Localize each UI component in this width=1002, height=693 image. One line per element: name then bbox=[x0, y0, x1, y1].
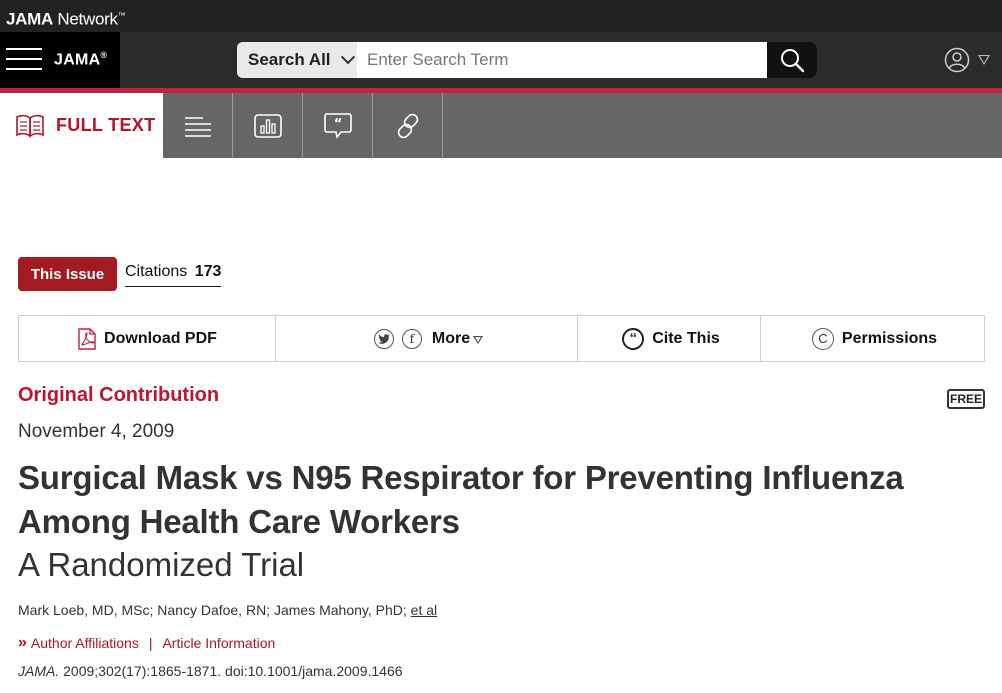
network-bar: JAMA Network™ bbox=[0, 0, 1002, 32]
search-bar: Search All bbox=[237, 42, 817, 78]
comments-quote-icon: “ bbox=[323, 112, 352, 139]
permissions-label: Permissions bbox=[841, 329, 938, 347]
article-title: Surgical Mask vs N95 Respirator for Prev… bbox=[18, 459, 904, 540]
search-scope-dropdown[interactable]: Search All bbox=[237, 42, 357, 78]
journal-brand-mark: ® bbox=[100, 50, 108, 60]
citations-link[interactable]: Citations 173 bbox=[125, 263, 222, 287]
twitter-icon[interactable] bbox=[373, 328, 394, 349]
svg-text:“: “ bbox=[333, 117, 342, 132]
share-more-group: f More bbox=[276, 316, 578, 361]
this-issue-label: This Issue bbox=[30, 265, 105, 283]
download-pdf-button[interactable]: Download PDF bbox=[19, 316, 276, 361]
search-scope-label: Search All bbox=[248, 50, 331, 69]
search-input[interactable] bbox=[357, 42, 767, 78]
citation-line: JAMA. 2009;302(17):1865-1871. doi:10.100… bbox=[18, 663, 403, 679]
jama-network-logo[interactable]: JAMA Network™ bbox=[6, 6, 126, 30]
chevron-down-icon bbox=[340, 50, 355, 65]
citations-count: 173 bbox=[194, 263, 222, 280]
quote-icon: “ bbox=[622, 327, 645, 350]
double-chevron-right-icon: » bbox=[18, 634, 27, 651]
search-icon bbox=[781, 49, 805, 73]
link-chain-icon bbox=[397, 113, 418, 138]
free-badge: FREE bbox=[947, 389, 985, 409]
article-tab-bar: FULL TEXT “ bbox=[0, 93, 1002, 158]
article-information-link[interactable]: Article Information bbox=[162, 635, 275, 651]
article-type[interactable]: Original Contribution bbox=[18, 384, 219, 407]
open-book-icon bbox=[16, 114, 44, 138]
network-logo-mark: ™ bbox=[117, 11, 126, 20]
caret-down-icon[interactable] bbox=[473, 335, 484, 344]
tab-related-links[interactable] bbox=[373, 93, 443, 158]
author-list: Mark Loeb, MD, MSc; Nancy Dafoe, RN; Jam… bbox=[18, 602, 437, 618]
search-button[interactable] bbox=[767, 42, 817, 78]
link-separator: | bbox=[148, 635, 153, 651]
caret-down-icon bbox=[978, 55, 990, 65]
journal-abbrev: JAMA. bbox=[18, 663, 60, 679]
et-al-link[interactable]: et al bbox=[411, 602, 437, 618]
download-pdf-label: Download PDF bbox=[104, 329, 217, 347]
copyright-icon: C bbox=[811, 327, 834, 350]
user-account-icon bbox=[944, 47, 970, 73]
author-affiliations-link[interactable]: Author Affiliations bbox=[31, 635, 139, 651]
brand-block: JAMA® bbox=[0, 32, 120, 88]
main-header: JAMA® Search All bbox=[0, 32, 1002, 88]
user-menu[interactable] bbox=[944, 46, 998, 74]
author-info-links: » Author Affiliations | Article Informat… bbox=[18, 634, 275, 652]
journal-brand-text: JAMA bbox=[54, 51, 101, 69]
article-action-bar: Download PDF f More “ Cite This C Permis… bbox=[18, 315, 985, 362]
tab-full-text[interactable]: FULL TEXT bbox=[0, 93, 163, 158]
cite-this-label: Cite This bbox=[652, 329, 720, 347]
citation-details: 2009;302(17):1865-1871. doi:10.1001/jama… bbox=[63, 663, 403, 679]
more-share-label[interactable]: More bbox=[432, 330, 470, 348]
citations-label: Citations bbox=[125, 263, 188, 280]
publication-date: November 4, 2009 bbox=[18, 421, 175, 442]
tab-outline[interactable] bbox=[163, 93, 233, 158]
facebook-icon[interactable]: f bbox=[401, 328, 422, 349]
author-names: Mark Loeb, MD, MSc; Nancy Dafoe, RN; Jam… bbox=[18, 602, 407, 618]
pdf-file-icon bbox=[78, 327, 96, 350]
hamburger-menu-icon[interactable] bbox=[6, 48, 42, 72]
figures-chart-icon bbox=[253, 113, 282, 138]
tab-full-text-label: FULL TEXT bbox=[56, 115, 156, 135]
journal-brand[interactable]: JAMA® bbox=[54, 50, 107, 69]
permissions-button[interactable]: C Permissions bbox=[761, 316, 984, 361]
cite-this-button[interactable]: “ Cite This bbox=[578, 316, 761, 361]
network-logo-rest: Network bbox=[57, 9, 118, 29]
tab-figures[interactable] bbox=[233, 93, 303, 158]
outline-list-icon bbox=[184, 116, 211, 137]
tab-comments[interactable]: “ bbox=[303, 93, 373, 158]
this-issue-button[interactable]: This Issue bbox=[18, 257, 117, 291]
network-logo-bold: JAMA bbox=[6, 9, 53, 29]
article-subtitle: A Randomized Trial bbox=[18, 546, 305, 583]
